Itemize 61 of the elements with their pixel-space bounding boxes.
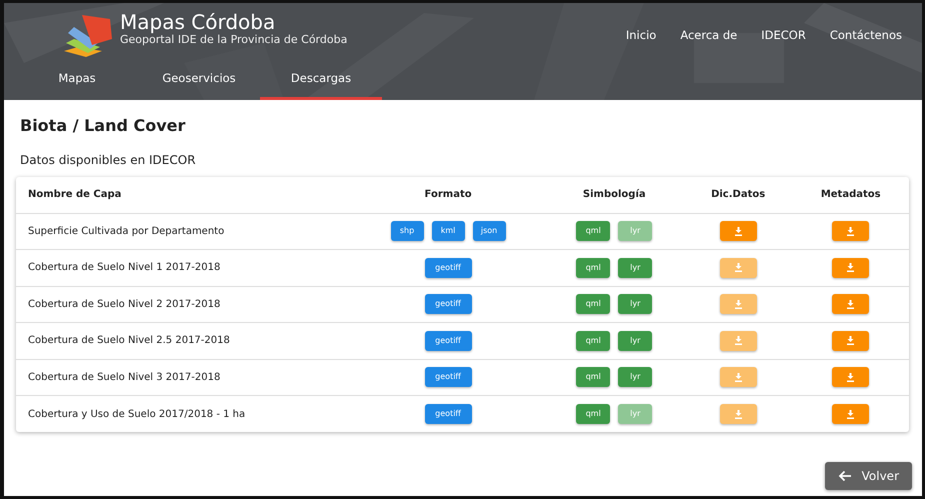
metadata-download-button[interactable]: [832, 367, 870, 388]
symbology-button[interactable]: lyr: [618, 258, 652, 278]
format-button[interactable]: geotiff: [424, 367, 472, 388]
layer-name: Cobertura y Uso de Suelo 2017/2018 - 1 ha: [28, 408, 246, 420]
layer-name: Superficie Cultivada por Departamento: [28, 226, 224, 237]
download-icon: [846, 300, 856, 309]
format-button[interactable]: kml: [432, 221, 465, 242]
symbology-button[interactable]: lyr: [618, 330, 652, 351]
nav-link[interactable]: IDECOR: [761, 27, 806, 44]
nav-tab[interactable]: Descargas: [260, 64, 382, 100]
download-icon: [846, 226, 856, 236]
symbology-button[interactable]: qml: [576, 294, 610, 314]
download-icon: [846, 372, 856, 382]
download-icon: [734, 372, 743, 382]
layer-name: Cobertura de Suelo Nivel 3 2017-2018: [28, 372, 220, 383]
format-button[interactable]: geotiff: [424, 294, 472, 314]
layer-name: Cobertura de Suelo Nivel 2 2017-2018: [28, 298, 220, 310]
download-icon: [734, 300, 743, 309]
symbology-button[interactable]: qml: [576, 221, 610, 242]
format-button[interactable]: geotiff: [424, 330, 472, 351]
dictionary-download-button[interactable]: [720, 221, 757, 242]
column-header: Metadatos: [820, 189, 881, 200]
page-subtitle: Datos disponibles en IDECOR: [20, 152, 197, 170]
symbology-button[interactable]: qml: [576, 404, 610, 424]
nav-link[interactable]: Inicio: [626, 27, 656, 44]
symbology-button[interactable]: qml: [576, 330, 610, 351]
symbology-button[interactable]: lyr: [618, 367, 652, 388]
download-icon: [734, 336, 743, 346]
format-button[interactable]: shp: [390, 221, 424, 242]
symbology-button[interactable]: qml: [576, 367, 610, 388]
column-header: Formato: [424, 189, 472, 200]
download-icon: [846, 410, 856, 419]
layer-name: Cobertura de Suelo Nivel 2.5 2017-2018: [28, 335, 230, 346]
download-icon: [846, 263, 856, 272]
download-icon: [734, 226, 743, 236]
symbology-button[interactable]: lyr: [618, 294, 652, 314]
format-button[interactable]: geotiff: [424, 404, 472, 424]
metadata-download-button[interactable]: [832, 221, 870, 242]
column-header: Dic.Datos: [711, 189, 766, 200]
metadata-download-button[interactable]: [832, 294, 870, 314]
column-header: Nombre de Capa: [28, 189, 122, 200]
download-icon: [734, 410, 743, 419]
nav-link[interactable]: Contáctenos: [830, 27, 902, 44]
download-icon: [734, 263, 743, 272]
metadata-download-button[interactable]: [832, 404, 870, 424]
format-button[interactable]: json: [472, 221, 506, 242]
nav-tab[interactable]: Mapas: [16, 64, 138, 100]
symbology-button[interactable]: qml: [576, 258, 610, 278]
metadata-download-button[interactable]: [832, 330, 870, 351]
column-header: Simbología: [582, 189, 646, 200]
back-button[interactable]: Volver: [824, 462, 912, 490]
page-title: Biota / Land Cover: [20, 116, 186, 136]
download-icon: [846, 336, 856, 346]
nav-link[interactable]: Acerca de: [680, 27, 738, 44]
metadata-download-button[interactable]: [832, 258, 870, 278]
back-arrow-icon: [838, 470, 852, 482]
layer-name: Cobertura de Suelo Nivel 1 2017-2018: [28, 262, 220, 274]
nav-tab[interactable]: Geoservicios: [138, 64, 260, 100]
format-button[interactable]: geotiff: [424, 258, 472, 278]
site-subtitle: Geoportal IDE de la Provincia de Córdoba: [120, 33, 348, 46]
site-title: Mapas Córdoba: [120, 11, 276, 33]
